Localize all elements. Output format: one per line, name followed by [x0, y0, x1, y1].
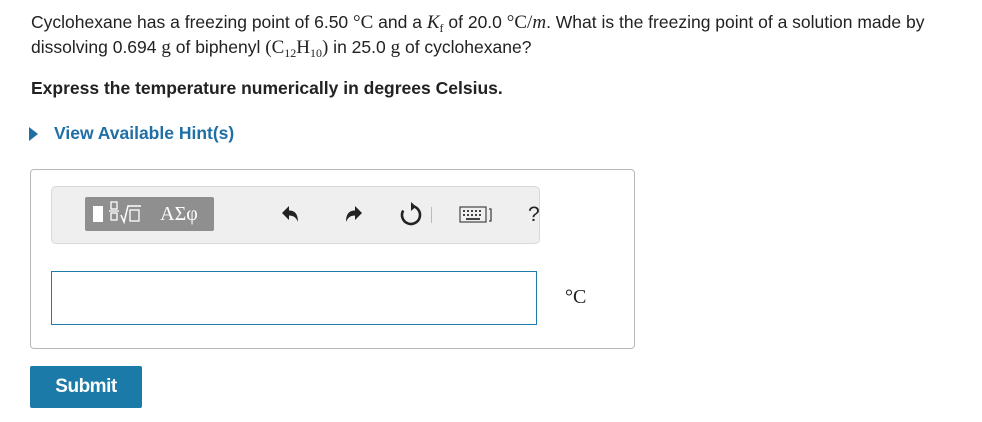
undo-icon[interactable] [278, 203, 302, 227]
answer-input[interactable] [51, 271, 537, 325]
question-segment: Cyclohexane has a freezing point of 6.50 [31, 12, 354, 32]
answer-unit: °C [565, 286, 587, 308]
formula-part: H [296, 37, 310, 58]
molality-symbol: m [532, 12, 547, 33]
formula-subscript: 10 [309, 46, 322, 60]
question-segment: of biphenyl [170, 37, 266, 57]
kf-symbol: K [426, 12, 440, 33]
question-segment: in 25.0 [328, 37, 391, 57]
question-segment: of 20.0 [443, 12, 507, 32]
submit-button[interactable]: Submit [30, 366, 142, 408]
toolbar-divider [431, 207, 432, 223]
instruction-text: Express the temperature numerically in d… [31, 78, 503, 98]
greek-label: ΑΣφ [160, 202, 198, 225]
reset-icon[interactable] [398, 202, 424, 228]
equation-toolbar: ΑΣφ ? [51, 186, 540, 244]
gram-unit: g [161, 37, 171, 58]
redo-icon[interactable] [342, 203, 366, 227]
degree-unit: °C [353, 12, 374, 33]
greek-symbols-button[interactable]: ΑΣφ [144, 197, 214, 231]
kf-unit: °C/ [506, 12, 533, 33]
formula-part: (C [265, 37, 285, 58]
question-text: Cyclohexane has a freezing point of 6.50… [31, 10, 971, 60]
question-segment: of cyclohexane? [400, 37, 532, 57]
hint-label: View Available Hint(s) [54, 123, 235, 143]
view-hints-link[interactable]: View Available Hint(s) [29, 123, 234, 144]
question-segment: and a [373, 12, 427, 32]
help-icon[interactable]: ? [528, 203, 540, 227]
formula-subscript: 12 [284, 46, 297, 60]
gram-unit: g [390, 37, 401, 58]
expand-triangle-icon [29, 126, 38, 141]
keyboard-icon[interactable] [459, 205, 493, 225]
answer-panel: ΑΣφ ? °C [30, 169, 635, 349]
